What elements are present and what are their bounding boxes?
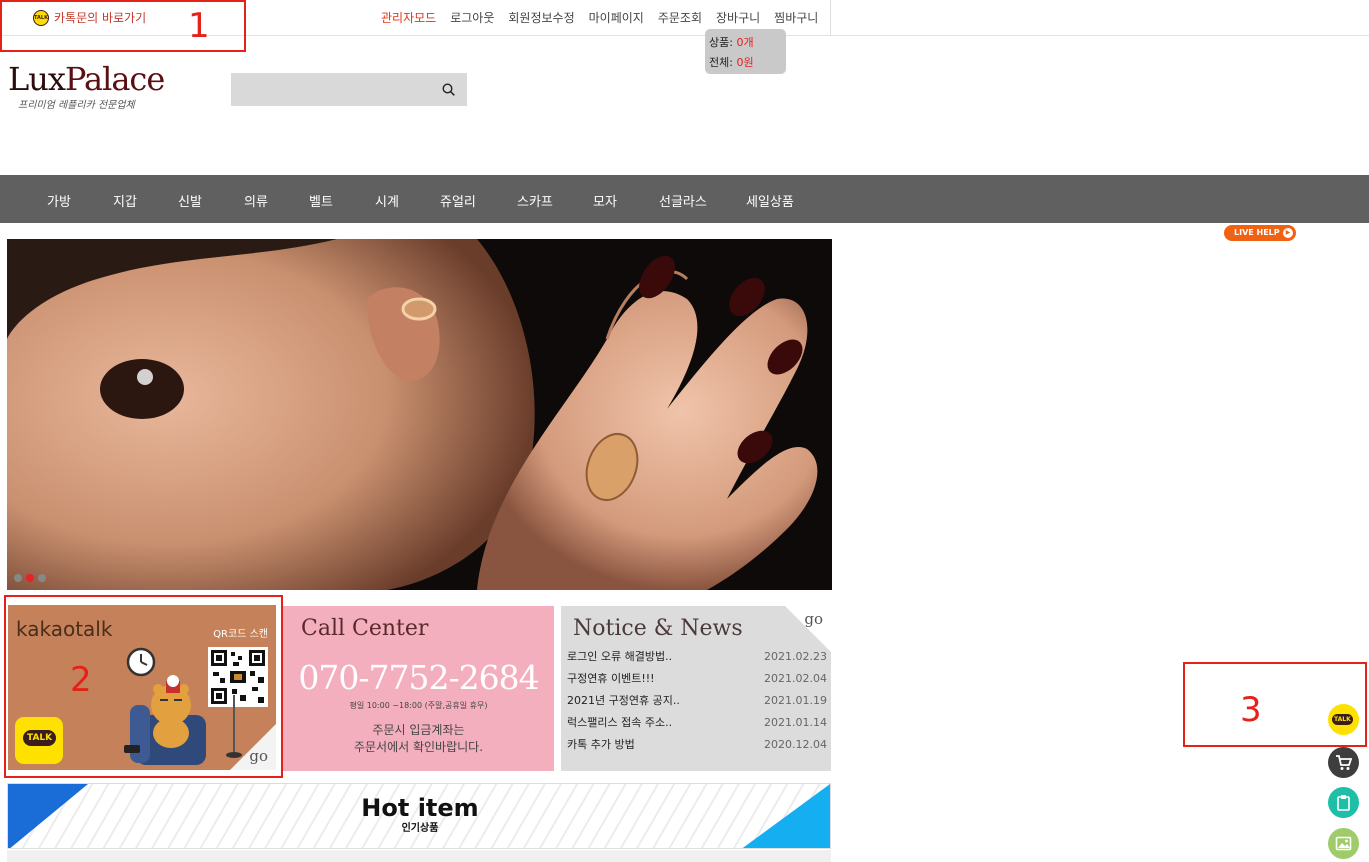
- category-hats[interactable]: 모자: [593, 191, 617, 210]
- cart-items-count: 0개: [736, 36, 754, 49]
- notice-news-title: Notice & News: [573, 616, 743, 641]
- category-sale[interactable]: 세일상품: [746, 191, 794, 210]
- nav-cart[interactable]: 장바구니: [716, 9, 760, 26]
- notice-item-title: 카톡 추가 방법: [567, 738, 635, 751]
- cart-icon: [1336, 755, 1352, 770]
- category-wallets[interactable]: 지갑: [113, 191, 137, 210]
- slide-dot-2[interactable]: [26, 574, 34, 582]
- notice-item[interactable]: 럭스팰리스 접속 주소.. 2021.01.14: [567, 712, 827, 734]
- hero-slider[interactable]: [7, 239, 832, 590]
- category-watches[interactable]: 시계: [375, 191, 399, 210]
- live-help-button[interactable]: LIVE HELP: [1224, 225, 1296, 241]
- logo-palace: Palace: [64, 60, 165, 98]
- call-center-message-line-2: 주문서에서 확인바랍니다.: [353, 740, 484, 754]
- category-scarves[interactable]: 스카프: [517, 191, 553, 210]
- notice-item-title: 럭스팰리스 접속 주소..: [567, 716, 673, 729]
- nav-edit-member-info[interactable]: 회원정보수정: [508, 9, 574, 26]
- nav-my-page[interactable]: 마이페이지: [589, 9, 644, 26]
- slide-dot-1[interactable]: [14, 574, 22, 582]
- category-nav: 가방 지갑 신발 의류 벨트 시계 쥬얼리 스카프 모자 선글라스 세일상품: [0, 175, 1369, 223]
- category-shoes[interactable]: 신발: [178, 191, 202, 210]
- notice-item-date: 2021.01.14: [764, 716, 827, 729]
- notice-item[interactable]: 2021년 구정연휴 공지.. 2021.01.19: [567, 690, 827, 712]
- notice-item-date: 2021.01.19: [764, 694, 827, 707]
- notice-item-date: 2020.12.04: [764, 738, 827, 751]
- notice-item-date: 2021.02.23: [764, 650, 827, 663]
- call-center-phone[interactable]: 070-7752-2684: [283, 658, 554, 697]
- notice-item[interactable]: 카톡 추가 방법 2020.12.04: [567, 734, 827, 756]
- notice-item[interactable]: 구정연휴 이벤트!!! 2021.02.04: [567, 668, 827, 690]
- notice-item[interactable]: 로그인 오류 해결방법.. 2021.02.23: [567, 646, 827, 668]
- logo-lux: Lux: [8, 60, 66, 98]
- annotation-number-3: 3: [1240, 690, 1262, 730]
- call-center-message-line-1: 주문시 입금계좌는: [372, 723, 465, 737]
- annotation-number-1: 1: [188, 6, 210, 46]
- search-box[interactable]: [231, 73, 467, 106]
- call-center-message: 주문시 입금계좌는 주문서에서 확인바랍니다.: [283, 722, 554, 756]
- slide-dot-3[interactable]: [38, 574, 46, 582]
- logo-tagline: 프리미엄 레플리카 전문업체: [18, 100, 135, 111]
- nav-order-lookup[interactable]: 주문조회: [658, 9, 702, 26]
- notice-news-banner: Notice & News go 로그인 오류 해결방법.. 2021.02.23…: [561, 606, 831, 771]
- cart-items-label: 상품:: [709, 36, 733, 49]
- top-nav: 관리자모드 로그아웃 회원정보수정 마이페이지 주문조회 장바구니 찜바구니: [374, 9, 825, 26]
- hero-image: [7, 239, 832, 590]
- category-belts[interactable]: 벨트: [309, 191, 333, 210]
- nav-logout[interactable]: 로그아웃: [450, 9, 494, 26]
- nav-admin-mode[interactable]: 관리자모드: [381, 9, 436, 26]
- annotation-number-2: 2: [70, 660, 92, 700]
- hot-item-title: Hot item: [361, 794, 479, 822]
- category-clothing[interactable]: 의류: [244, 191, 268, 210]
- category-jewelry[interactable]: 쥬얼리: [440, 191, 476, 210]
- hero-slide-dots: [14, 574, 50, 582]
- cart-summary-popup: 상품: 0개 전체: 0원: [705, 29, 786, 74]
- site-logo[interactable]: LuxPalace: [8, 60, 165, 98]
- notice-item-title: 로그인 오류 해결방법..: [567, 650, 673, 663]
- nav-wishlist[interactable]: 찜바구니: [774, 9, 818, 26]
- cart-total-value: 0원: [736, 56, 754, 69]
- hot-item-banner: Hot item 인기상품: [7, 783, 831, 849]
- floating-cart-button[interactable]: [1328, 747, 1359, 778]
- notice-item-title: 구정연휴 이벤트!!!: [567, 672, 655, 685]
- notice-item-date: 2021.02.04: [764, 672, 827, 685]
- floating-talk-label: TALK: [1332, 714, 1353, 725]
- call-center-hours: 평일 10:00 ~18:00 (주말,공휴일 휴무): [349, 701, 488, 710]
- category-sunglasses[interactable]: 선글라스: [659, 191, 707, 210]
- call-center-banner: Call Center 070-7752-2684 평일 10:00 ~18:0…: [283, 606, 554, 771]
- clipboard-icon: [1337, 795, 1350, 811]
- image-icon: [1335, 836, 1352, 851]
- floating-gallery-button[interactable]: [1328, 828, 1359, 859]
- notice-go-link[interactable]: go: [804, 610, 823, 628]
- notice-item-title: 2021년 구정연휴 공지..: [567, 694, 680, 707]
- annotation-box-2: [4, 595, 283, 778]
- hot-item-subtitle: 인기상품: [401, 823, 439, 834]
- call-center-title: Call Center: [301, 616, 429, 641]
- search-icon[interactable]: [442, 83, 455, 96]
- cart-total-label: 전체:: [709, 56, 733, 69]
- floating-order-button[interactable]: [1328, 787, 1359, 818]
- top-nav-divider: [830, 0, 831, 36]
- floating-kakaotalk-button[interactable]: TALK: [1328, 704, 1359, 735]
- category-bags[interactable]: 가방: [47, 191, 71, 210]
- notice-list: 로그인 오류 해결방법.. 2021.02.23 구정연휴 이벤트!!! 2021.…: [567, 646, 827, 756]
- product-area-top: [7, 850, 831, 862]
